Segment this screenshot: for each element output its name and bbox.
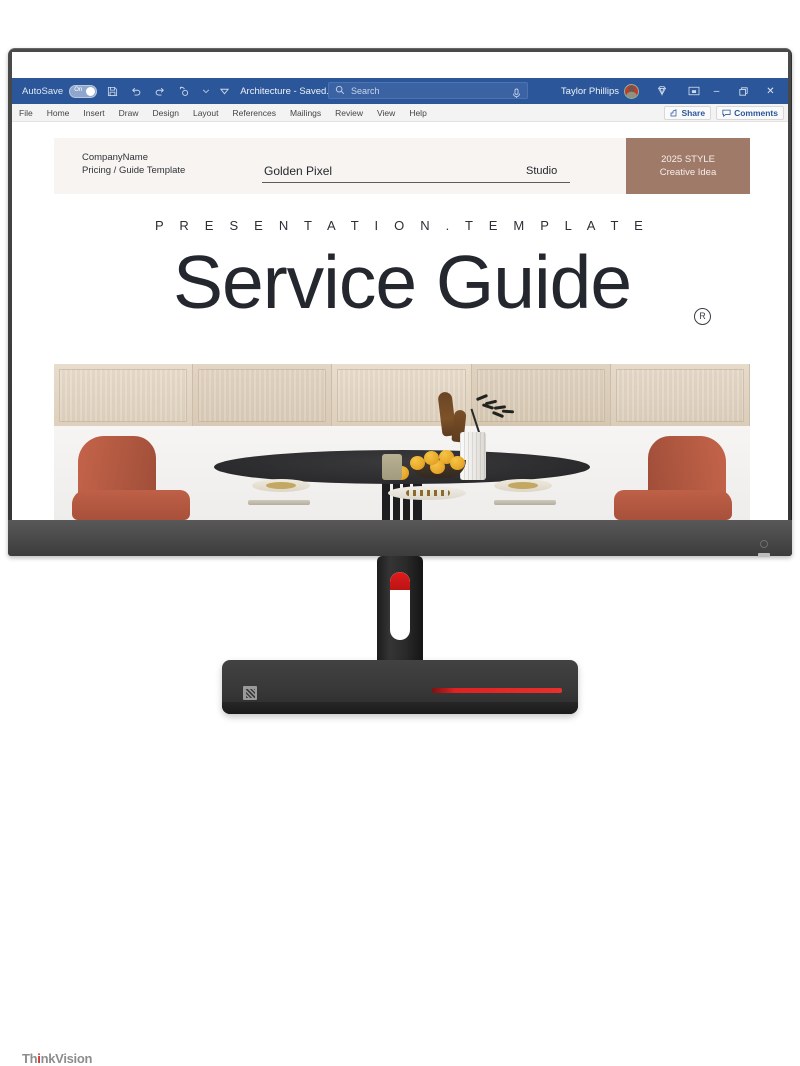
tab-references[interactable]: References — [226, 104, 283, 122]
cabinet-panel — [54, 364, 194, 426]
ribbed-vase — [460, 432, 486, 480]
autosave-knob — [86, 86, 96, 96]
tab-help[interactable]: Help — [402, 104, 433, 122]
monitor-scene: AutoSave On Architecture - Saved... Sear… — [0, 0, 800, 1066]
document-page[interactable]: CompanyName Pricing / Guide Template Gol… — [54, 122, 750, 520]
kicker-text: P R E S E N T A T I O N . T E M P L A T … — [154, 218, 650, 233]
share-button[interactable]: Share — [664, 106, 712, 120]
page-title: Service Guide — [172, 240, 632, 324]
plate-setting — [252, 479, 310, 492]
word-title-bar: AutoSave On Architecture - Saved... Sear… — [12, 78, 788, 104]
save-icon[interactable] — [103, 82, 121, 100]
comment-icon — [722, 109, 731, 117]
tab-view[interactable]: View — [370, 104, 402, 122]
power-led — [758, 553, 770, 557]
share-icon — [671, 109, 677, 117]
search-input[interactable]: Search — [328, 82, 528, 99]
table-slot — [390, 482, 393, 520]
autosave-toggle[interactable]: On — [69, 84, 98, 98]
minimize-button[interactable]: – — [703, 78, 730, 104]
photo-background — [54, 364, 750, 520]
stand-base-edge — [222, 702, 578, 714]
dried-branch-leaves — [475, 393, 520, 420]
document-header-band: CompanyName Pricing / Guide Template Gol… — [54, 138, 750, 194]
chair-seat — [72, 490, 190, 520]
napkin — [248, 500, 310, 505]
tab-home[interactable]: Home — [40, 104, 77, 122]
thinkvision-logo: ThinkVision — [22, 1051, 93, 1066]
chair-right — [612, 436, 732, 520]
cabinet-panel — [193, 364, 333, 426]
autosave-state-label: On — [74, 86, 83, 93]
monitor-chin: ThinkVision — [8, 520, 792, 1066]
tray-contents — [406, 490, 450, 496]
registered-trademark-icon: R — [694, 308, 711, 325]
company-name: CompanyName — [82, 152, 148, 163]
dining-table — [214, 391, 590, 520]
tab-draw[interactable]: Draw — [112, 104, 146, 122]
autosave-label: AutoSave — [22, 85, 64, 97]
search-icon — [335, 82, 345, 100]
stand-red-stripe — [432, 688, 562, 693]
fruit — [424, 451, 439, 465]
tab-layout[interactable]: Layout — [186, 104, 226, 122]
account-area: Taylor Phillips – ✕ — [561, 78, 788, 104]
company-block: CompanyName Pricing / Guide Template — [82, 151, 185, 177]
tab-file[interactable]: File — [12, 104, 40, 122]
chair-left — [72, 436, 192, 520]
power-button-icon[interactable] — [760, 540, 768, 548]
avatar[interactable] — [624, 83, 639, 99]
comments-label: Comments — [734, 108, 778, 118]
touch-mode-icon[interactable] — [175, 82, 193, 100]
section-label: Studio — [526, 165, 558, 177]
brand-title: Golden Pixel — [264, 164, 333, 178]
close-button[interactable]: ✕ — [757, 78, 784, 104]
document-canvas[interactable]: CompanyName Pricing / Guide Template Gol… — [12, 122, 788, 520]
stand-cable-slot — [390, 572, 410, 640]
ribbon-options-icon[interactable] — [685, 82, 703, 100]
tab-mailings[interactable]: Mailings — [283, 104, 328, 122]
share-label: Share — [681, 108, 706, 118]
tab-design[interactable]: Design — [146, 104, 186, 122]
undo-icon[interactable] — [127, 82, 145, 100]
restore-button[interactable] — [730, 78, 757, 104]
ribbon-display-options-icon[interactable] — [218, 82, 230, 100]
company-subtitle: Pricing / Guide Template — [82, 165, 186, 176]
document-name-label[interactable]: Architecture - Saved... — [240, 86, 334, 97]
header-rule — [262, 182, 570, 183]
stand-accent — [390, 572, 410, 590]
cabinet-panel — [610, 364, 750, 426]
fruit — [450, 456, 465, 470]
chair-seat — [614, 490, 732, 520]
monitor-screen: AutoSave On Architecture - Saved... Sear… — [12, 52, 788, 520]
wood-cabinets — [54, 364, 750, 426]
search-placeholder: Search — [351, 85, 380, 96]
lenovo-badge-icon — [243, 686, 257, 700]
ribbon-commands: Share Comments — [659, 104, 784, 122]
style-badge-line2: Creative Idea — [659, 167, 717, 178]
ceramic-cup — [382, 454, 402, 480]
style-badge: 2025 STYLE Creative Idea — [626, 138, 750, 194]
account-name-label[interactable]: Taylor Phillips — [561, 86, 619, 97]
redo-icon[interactable] — [151, 82, 169, 100]
comments-button[interactable]: Comments — [716, 106, 784, 120]
tab-insert[interactable]: Insert — [76, 104, 111, 122]
customize-toolbar-caret-icon[interactable] — [200, 82, 212, 100]
diamond-icon[interactable] — [653, 82, 671, 100]
hero-photo — [54, 364, 750, 520]
style-badge-line1: 2025 STYLE — [661, 154, 715, 165]
plate-setting — [494, 479, 552, 492]
microphone-icon[interactable] — [512, 86, 521, 104]
fruit — [410, 456, 425, 470]
tab-review[interactable]: Review — [328, 104, 370, 122]
napkin — [494, 500, 556, 505]
ribbon-tab-bar: File Home Insert Draw Design Layout Refe… — [12, 104, 788, 122]
